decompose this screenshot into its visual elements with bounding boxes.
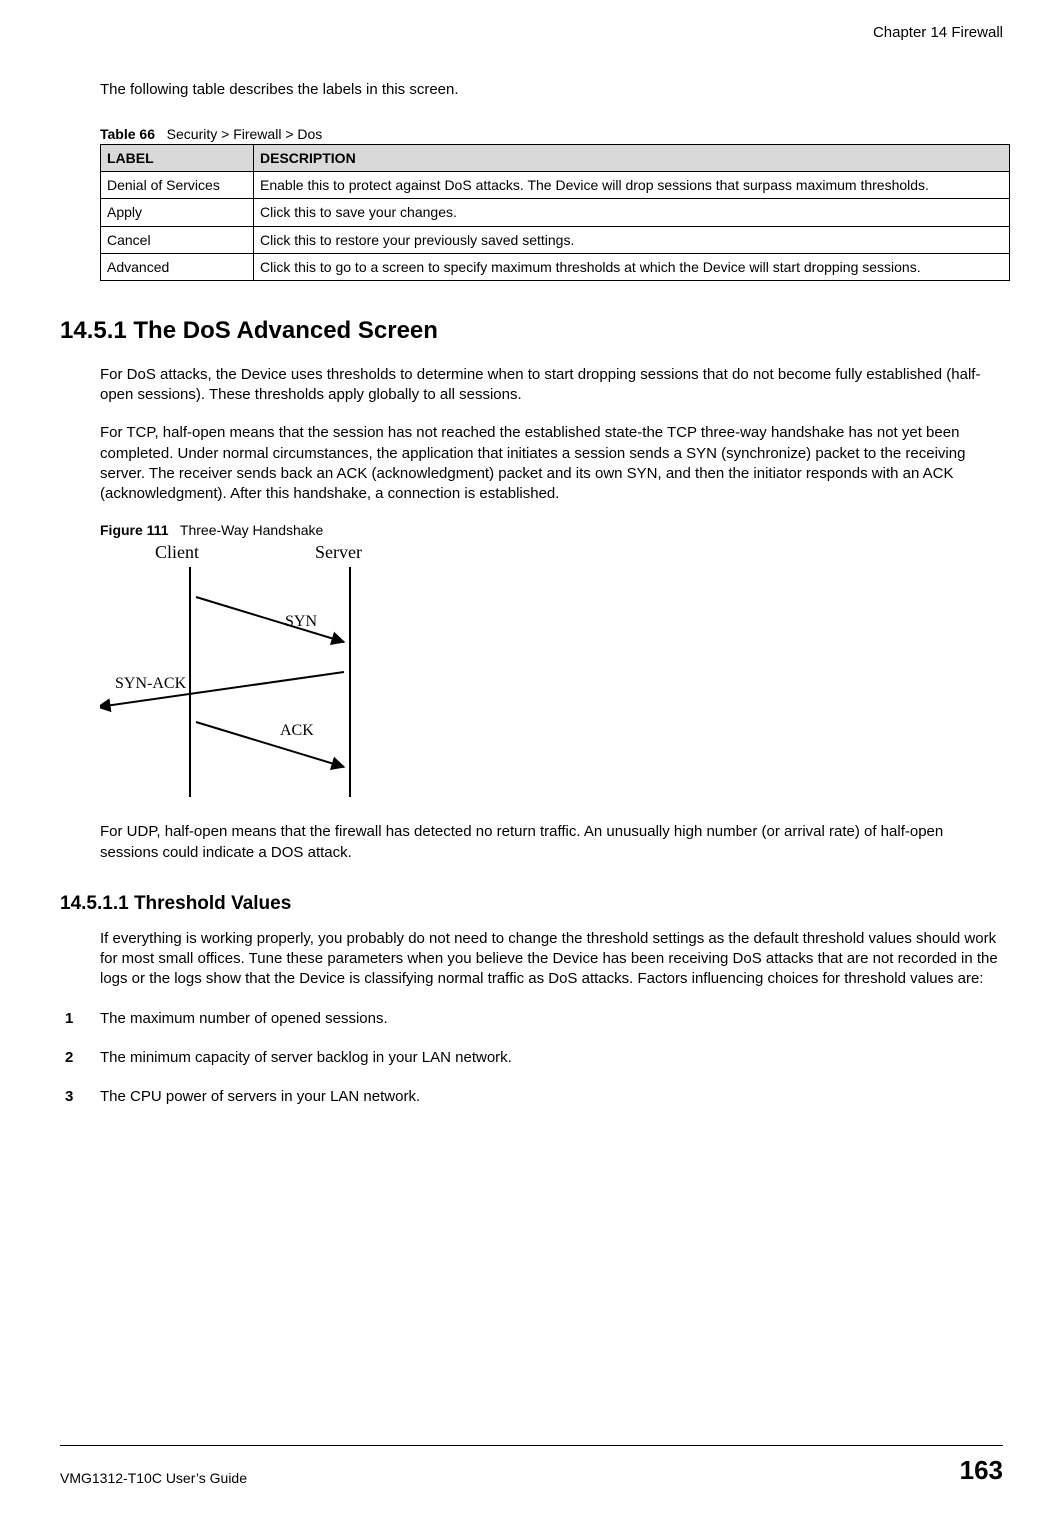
footer-guide-name: VMG1312-T10C User’s Guide (60, 1470, 247, 1486)
body-paragraph: If everything is working properly, you p… (100, 929, 1003, 990)
subsection-heading: 14.5.1.1 Threshold Values (60, 893, 1003, 915)
description-table: LABEL DESCRIPTION Denial of Services Ena… (100, 144, 1010, 281)
cell-description: Enable this to protect against DoS attac… (254, 172, 1010, 199)
handshake-diagram-icon (100, 542, 430, 802)
cell-description: Click this to restore your previously sa… (254, 226, 1010, 253)
figure-label-server: Server (315, 542, 362, 563)
figure-label-syn: SYN (285, 613, 317, 631)
cell-label: Apply (101, 199, 254, 226)
th-label: LABEL (101, 145, 254, 172)
chapter-header: Chapter 14 Firewall (60, 24, 1003, 41)
figure-caption: Figure 111 Three-Way Handshake (100, 522, 1003, 538)
figure-caption-text: Three-Way Handshake (180, 522, 323, 538)
table-caption-prefix: Table 66 (100, 126, 155, 142)
list-item: The minimum capacity of server backlog i… (65, 1049, 1003, 1066)
th-description: DESCRIPTION (254, 145, 1010, 172)
handshake-figure: Client Server SYN SYN-ACK ACK (100, 542, 430, 802)
page-number: 163 (960, 1455, 1003, 1486)
table-row: Denial of Services Enable this to protec… (101, 172, 1010, 199)
figure-label-ack: ACK (280, 722, 314, 740)
intro-text: The following table describes the labels… (100, 81, 1003, 98)
table-row: Apply Click this to save your changes. (101, 199, 1010, 226)
list-item: The maximum number of opened sessions. (65, 1010, 1003, 1027)
table-caption-text: Security > Firewall > Dos (167, 126, 323, 142)
figure-label-client: Client (155, 542, 199, 563)
cell-label: Advanced (101, 253, 254, 280)
table-caption: Table 66 Security > Firewall > Dos (100, 126, 1003, 142)
figure-caption-prefix: Figure 111 (100, 522, 168, 538)
footer-rule (60, 1445, 1003, 1446)
table-row: Cancel Click this to restore your previo… (101, 226, 1010, 253)
cell-label: Denial of Services (101, 172, 254, 199)
body-paragraph: For TCP, half-open means that the sessio… (100, 423, 1003, 504)
cell-description: Click this to go to a screen to specify … (254, 253, 1010, 280)
table-row: Advanced Click this to go to a screen to… (101, 253, 1010, 280)
cell-label: Cancel (101, 226, 254, 253)
figure-label-synack: SYN-ACK (115, 675, 186, 693)
threshold-factor-list: The maximum number of opened sessions. T… (65, 1010, 1003, 1105)
list-item: The CPU power of servers in your LAN net… (65, 1088, 1003, 1105)
cell-description: Click this to save your changes. (254, 199, 1010, 226)
body-paragraph: For DoS attacks, the Device uses thresho… (100, 365, 1003, 406)
section-heading: 14.5.1 The DoS Advanced Screen (60, 317, 1003, 345)
body-paragraph: For UDP, half-open means that the firewa… (100, 822, 1003, 863)
